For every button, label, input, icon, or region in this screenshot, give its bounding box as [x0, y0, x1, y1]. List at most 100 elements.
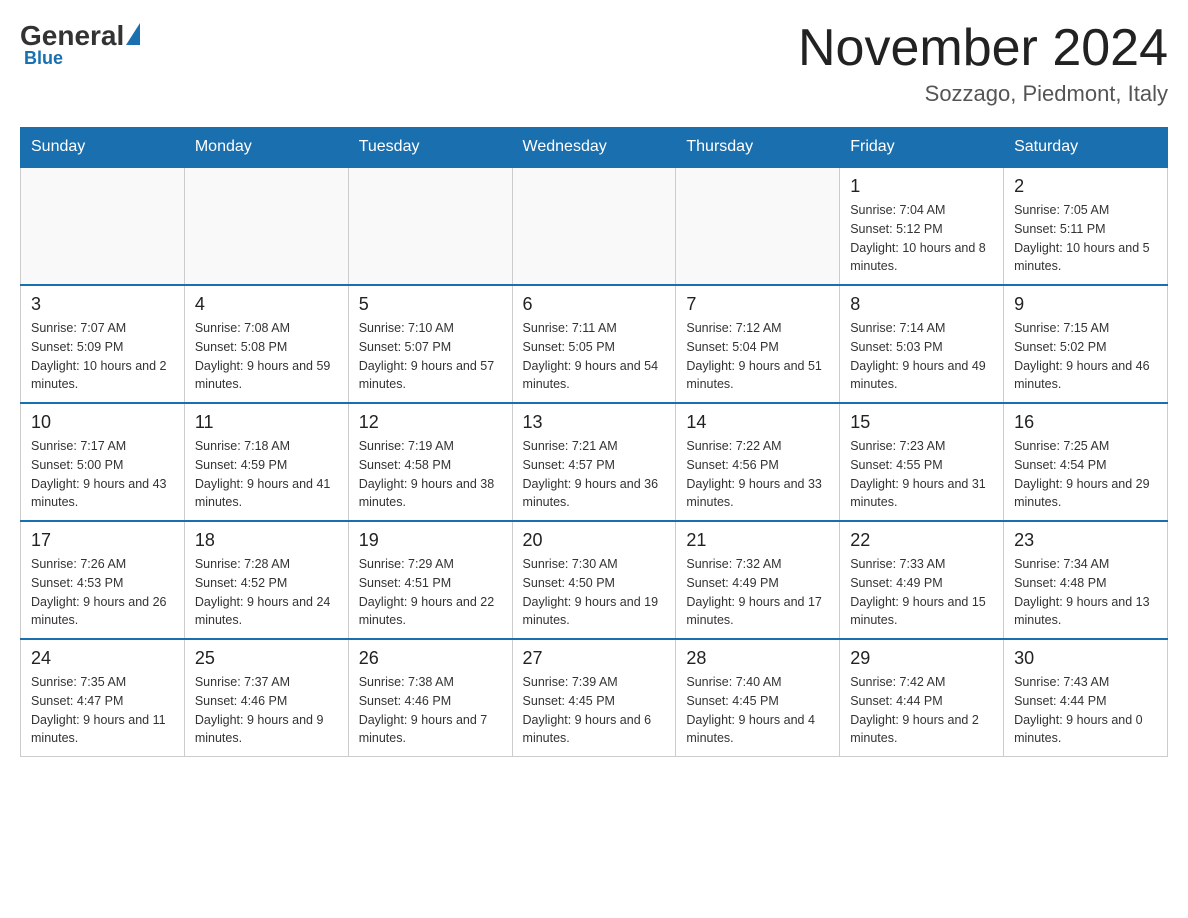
col-sunday: Sunday: [21, 128, 185, 168]
logo-blue-text: Blue: [24, 48, 63, 69]
day-info: Sunrise: 7:04 AM Sunset: 5:12 PM Dayligh…: [850, 201, 993, 276]
table-row: 12 Sunrise: 7:19 AM Sunset: 4:58 PM Dayli…: [348, 403, 512, 521]
table-row: 25 Sunrise: 7:37 AM Sunset: 4:46 PM Dayli…: [184, 639, 348, 757]
day-number: 20: [523, 530, 666, 551]
day-number: 12: [359, 412, 502, 433]
day-number: 18: [195, 530, 338, 551]
day-number: 13: [523, 412, 666, 433]
day-number: 28: [686, 648, 829, 669]
table-row: 20 Sunrise: 7:30 AM Sunset: 4:50 PM Dayli…: [512, 521, 676, 639]
table-row: [676, 167, 840, 285]
col-tuesday: Tuesday: [348, 128, 512, 168]
col-wednesday: Wednesday: [512, 128, 676, 168]
table-row: [21, 167, 185, 285]
table-row: 26 Sunrise: 7:38 AM Sunset: 4:46 PM Dayli…: [348, 639, 512, 757]
title-block: November 2024 Sozzago, Piedmont, Italy: [798, 20, 1168, 107]
day-number: 8: [850, 294, 993, 315]
table-row: 1Sunrise: 7:04 AM Sunset: 5:12 PM Daylig…: [840, 167, 1004, 285]
day-info: Sunrise: 7:05 AM Sunset: 5:11 PM Dayligh…: [1014, 201, 1157, 276]
col-monday: Monday: [184, 128, 348, 168]
day-number: 14: [686, 412, 829, 433]
col-thursday: Thursday: [676, 128, 840, 168]
day-info: Sunrise: 7:19 AM Sunset: 4:58 PM Dayligh…: [359, 437, 502, 512]
day-info: Sunrise: 7:37 AM Sunset: 4:46 PM Dayligh…: [195, 673, 338, 748]
table-row: 10Sunrise: 7:17 AM Sunset: 5:00 PM Dayli…: [21, 403, 185, 521]
month-title: November 2024: [798, 20, 1168, 77]
table-row: 16Sunrise: 7:25 AM Sunset: 4:54 PM Dayli…: [1004, 403, 1168, 521]
page-header: General Blue November 2024 Sozzago, Pied…: [20, 20, 1168, 107]
day-number: 2: [1014, 176, 1157, 197]
day-info: Sunrise: 7:07 AM Sunset: 5:09 PM Dayligh…: [31, 319, 174, 394]
day-info: Sunrise: 7:11 AM Sunset: 5:05 PM Dayligh…: [523, 319, 666, 394]
day-number: 24: [31, 648, 174, 669]
table-row: 30 Sunrise: 7:43 AM Sunset: 4:44 PM Dayli…: [1004, 639, 1168, 757]
day-number: 19: [359, 530, 502, 551]
day-number: 4: [195, 294, 338, 315]
table-row: 18 Sunrise: 7:28 AM Sunset: 4:52 PM Dayli…: [184, 521, 348, 639]
calendar-week-1: 1Sunrise: 7:04 AM Sunset: 5:12 PM Daylig…: [21, 167, 1168, 285]
table-row: 6 Sunrise: 7:11 AM Sunset: 5:05 PM Daylig…: [512, 285, 676, 403]
day-info: Sunrise: 7:30 AM Sunset: 4:50 PM Dayligh…: [523, 555, 666, 630]
logo-triangle-icon: [126, 23, 140, 45]
day-number: 11: [195, 412, 338, 433]
day-info: Sunrise: 7:26 AM Sunset: 4:53 PM Dayligh…: [31, 555, 174, 630]
day-info: Sunrise: 7:23 AM Sunset: 4:55 PM Dayligh…: [850, 437, 993, 512]
day-info: Sunrise: 7:40 AM Sunset: 4:45 PM Dayligh…: [686, 673, 829, 748]
day-info: Sunrise: 7:14 AM Sunset: 5:03 PM Dayligh…: [850, 319, 993, 394]
day-number: 5: [359, 294, 502, 315]
table-row: 29Sunrise: 7:42 AM Sunset: 4:44 PM Dayli…: [840, 639, 1004, 757]
table-row: 23 Sunrise: 7:34 AM Sunset: 4:48 PM Dayli…: [1004, 521, 1168, 639]
table-row: 22 Sunrise: 7:33 AM Sunset: 4:49 PM Dayli…: [840, 521, 1004, 639]
table-row: [512, 167, 676, 285]
day-number: 21: [686, 530, 829, 551]
logo: General Blue: [20, 20, 140, 69]
day-info: Sunrise: 7:39 AM Sunset: 4:45 PM Dayligh…: [523, 673, 666, 748]
table-row: 8 Sunrise: 7:14 AM Sunset: 5:03 PM Daylig…: [840, 285, 1004, 403]
day-info: Sunrise: 7:15 AM Sunset: 5:02 PM Dayligh…: [1014, 319, 1157, 394]
col-friday: Friday: [840, 128, 1004, 168]
calendar-week-2: 3 Sunrise: 7:07 AM Sunset: 5:09 PM Daylig…: [21, 285, 1168, 403]
day-number: 6: [523, 294, 666, 315]
day-number: 17: [31, 530, 174, 551]
day-number: 9: [1014, 294, 1157, 315]
day-info: Sunrise: 7:18 AM Sunset: 4:59 PM Dayligh…: [195, 437, 338, 512]
day-info: Sunrise: 7:21 AM Sunset: 4:57 PM Dayligh…: [523, 437, 666, 512]
day-number: 10: [31, 412, 174, 433]
table-row: [184, 167, 348, 285]
day-info: Sunrise: 7:32 AM Sunset: 4:49 PM Dayligh…: [686, 555, 829, 630]
day-info: Sunrise: 7:29 AM Sunset: 4:51 PM Dayligh…: [359, 555, 502, 630]
table-row: 11 Sunrise: 7:18 AM Sunset: 4:59 PM Dayli…: [184, 403, 348, 521]
day-number: 3: [31, 294, 174, 315]
calendar-table: Sunday Monday Tuesday Wednesday Thursday…: [20, 127, 1168, 757]
day-number: 26: [359, 648, 502, 669]
table-row: 24 Sunrise: 7:35 AM Sunset: 4:47 PM Dayli…: [21, 639, 185, 757]
calendar-week-3: 10Sunrise: 7:17 AM Sunset: 5:00 PM Dayli…: [21, 403, 1168, 521]
day-info: Sunrise: 7:42 AM Sunset: 4:44 PM Dayligh…: [850, 673, 993, 748]
day-info: Sunrise: 7:38 AM Sunset: 4:46 PM Dayligh…: [359, 673, 502, 748]
table-row: 17 Sunrise: 7:26 AM Sunset: 4:53 PM Dayli…: [21, 521, 185, 639]
day-info: Sunrise: 7:33 AM Sunset: 4:49 PM Dayligh…: [850, 555, 993, 630]
day-number: 22: [850, 530, 993, 551]
table-row: 9 Sunrise: 7:15 AM Sunset: 5:02 PM Daylig…: [1004, 285, 1168, 403]
table-row: [348, 167, 512, 285]
day-info: Sunrise: 7:43 AM Sunset: 4:44 PM Dayligh…: [1014, 673, 1157, 748]
day-info: Sunrise: 7:12 AM Sunset: 5:04 PM Dayligh…: [686, 319, 829, 394]
day-info: Sunrise: 7:08 AM Sunset: 5:08 PM Dayligh…: [195, 319, 338, 394]
day-number: 7: [686, 294, 829, 315]
day-info: Sunrise: 7:35 AM Sunset: 4:47 PM Dayligh…: [31, 673, 174, 748]
table-row: 28 Sunrise: 7:40 AM Sunset: 4:45 PM Dayli…: [676, 639, 840, 757]
day-number: 23: [1014, 530, 1157, 551]
day-number: 15: [850, 412, 993, 433]
day-info: Sunrise: 7:25 AM Sunset: 4:54 PM Dayligh…: [1014, 437, 1157, 512]
day-number: 30: [1014, 648, 1157, 669]
day-number: 25: [195, 648, 338, 669]
col-saturday: Saturday: [1004, 128, 1168, 168]
table-row: 13 Sunrise: 7:21 AM Sunset: 4:57 PM Dayli…: [512, 403, 676, 521]
day-info: Sunrise: 7:28 AM Sunset: 4:52 PM Dayligh…: [195, 555, 338, 630]
table-row: 14Sunrise: 7:22 AM Sunset: 4:56 PM Dayli…: [676, 403, 840, 521]
day-info: Sunrise: 7:34 AM Sunset: 4:48 PM Dayligh…: [1014, 555, 1157, 630]
calendar-week-4: 17 Sunrise: 7:26 AM Sunset: 4:53 PM Dayli…: [21, 521, 1168, 639]
table-row: 21 Sunrise: 7:32 AM Sunset: 4:49 PM Dayli…: [676, 521, 840, 639]
table-row: 7 Sunrise: 7:12 AM Sunset: 5:04 PM Daylig…: [676, 285, 840, 403]
day-info: Sunrise: 7:10 AM Sunset: 5:07 PM Dayligh…: [359, 319, 502, 394]
